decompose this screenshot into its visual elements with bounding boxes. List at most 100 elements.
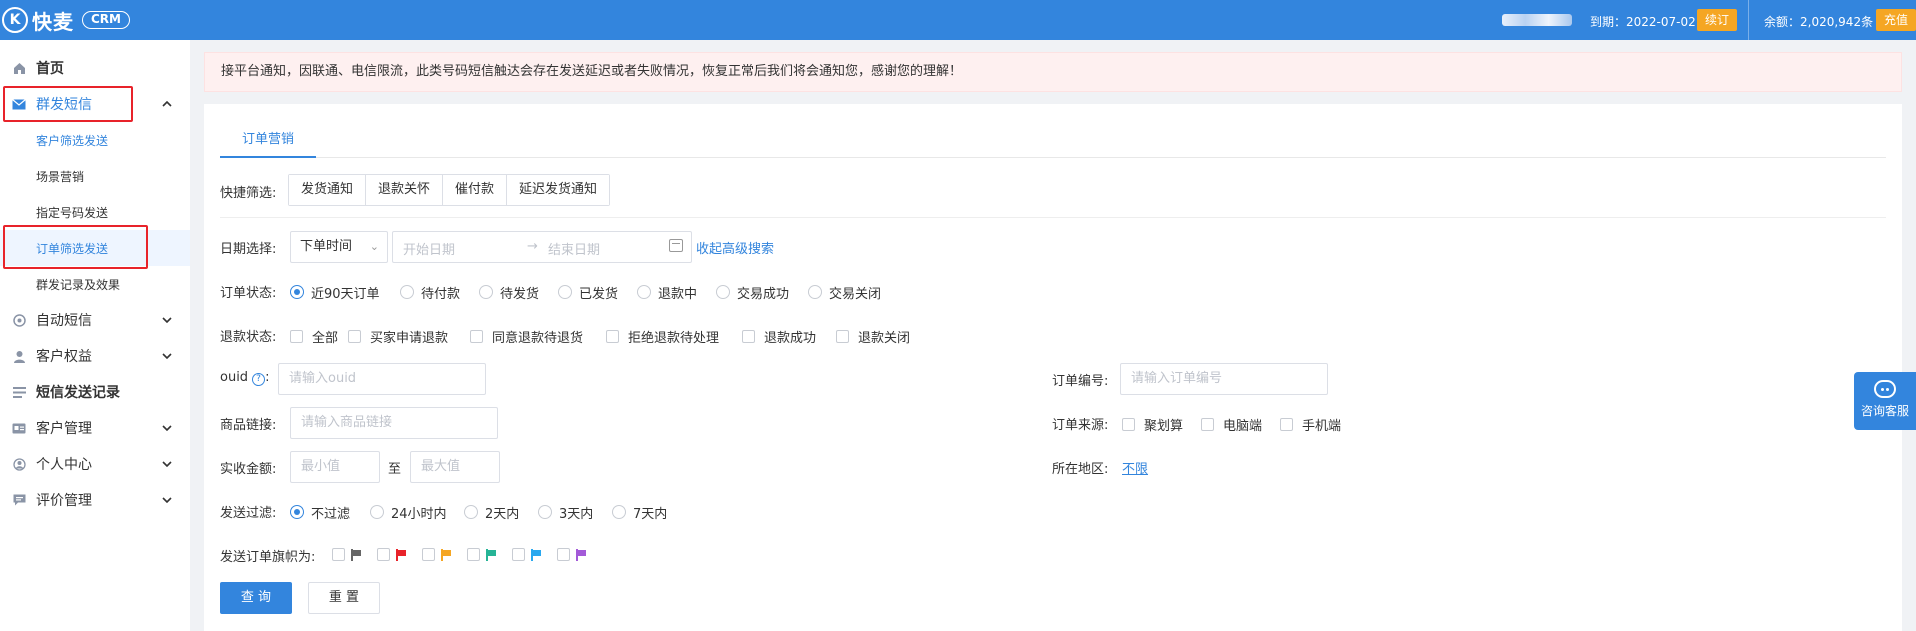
send-filter-option[interactable]: 3天内 (538, 504, 593, 522)
order-status-option[interactable]: 退款中 (637, 284, 697, 302)
tab-bar-line (220, 157, 1886, 158)
product-link-input[interactable]: 请输入商品链接 (290, 407, 498, 439)
flag-option[interactable] (512, 548, 541, 561)
sidebar-item-home[interactable]: 首页 (0, 50, 190, 86)
checkbox-icon (470, 329, 483, 343)
sidebar-item-auto-sms[interactable]: 自动短信 (0, 302, 190, 338)
checkbox-icon (377, 548, 390, 561)
quick-filter-shipping[interactable]: 发货通知 (289, 175, 367, 205)
flag-icon (396, 548, 406, 561)
send-filter-option[interactable]: 7天内 (612, 504, 667, 522)
product-link-label: 商品链接: (220, 418, 277, 433)
logo[interactable]: K 快麦 CRM (2, 7, 130, 34)
order-status-label: 订单状态: (220, 286, 277, 301)
ouid-label: ouid?: (220, 370, 270, 386)
flag-option[interactable] (377, 548, 406, 561)
refund-status-option[interactable]: 退款关闭 (836, 328, 910, 346)
flag-option[interactable] (332, 548, 361, 561)
sidebar-item-personal-center[interactable]: 个人中心 (0, 446, 190, 482)
sidebar-item-label: 客户权益 (36, 349, 92, 365)
flag-option[interactable] (467, 548, 496, 561)
radio-icon (808, 285, 822, 299)
calendar-icon (669, 239, 683, 252)
query-button[interactable]: 查 询 (220, 582, 292, 614)
home-icon (12, 61, 26, 75)
order-status-option[interactable]: 近90天订单 (290, 284, 380, 302)
radio-icon (612, 505, 626, 519)
ouid-input[interactable]: 请输入ouid (278, 363, 486, 395)
radio-icon (479, 285, 493, 299)
sidebar-subitem-label: 场景营销 (36, 169, 85, 184)
checkbox-icon (467, 548, 480, 561)
highlight-box (3, 86, 133, 122)
order-source-option[interactable]: 手机端 (1280, 416, 1341, 434)
flag-option[interactable] (422, 548, 451, 561)
user-name-blurred[interactable] (1502, 14, 1572, 26)
tab-order-marketing[interactable]: 订单营销 (220, 116, 316, 158)
chevron-down-icon (162, 315, 172, 325)
comment-icon (12, 493, 26, 507)
radio-icon (538, 505, 552, 519)
send-filter-option[interactable]: 不过滤 (290, 504, 350, 522)
recharge-button[interactable]: 充值 (1876, 9, 1916, 31)
refund-status-option[interactable]: 退款成功 (742, 328, 816, 346)
sidebar-item-label: 短信发送记录 (36, 385, 120, 401)
date-range-picker[interactable]: 开始日期 → 结束日期 (392, 231, 692, 263)
refund-status-option[interactable]: 拒绝退款待处理 (606, 328, 719, 346)
order-status-option[interactable]: 交易成功 (716, 284, 789, 302)
radio-icon (370, 505, 384, 519)
checkbox-icon (606, 329, 619, 343)
tab-active-indicator (220, 156, 316, 158)
sidebar-item-review-manage[interactable]: 评价管理 (0, 482, 190, 518)
order-status-option[interactable]: 已发货 (558, 284, 618, 302)
radio-icon (464, 505, 478, 519)
flags-group (332, 548, 602, 561)
user-icon (12, 349, 26, 363)
refund-status-option[interactable]: 全部 (290, 328, 338, 346)
sidebar-item-label: 个人中心 (36, 457, 92, 473)
quick-filter-refund-care[interactable]: 退款关怀 (366, 175, 444, 205)
send-filter-option[interactable]: 2天内 (464, 504, 519, 522)
order-no-label: 订单编号: (1052, 374, 1109, 389)
auto-icon (12, 313, 26, 327)
sidebar-subitem-label: 客户筛选发送 (36, 133, 109, 148)
reset-button[interactable]: 重 置 (308, 582, 380, 614)
main-panel: 订单营销 快捷筛选: 发货通知 退款关怀 催付款 延迟发货通知 日期选择: 下单… (204, 104, 1902, 631)
amount-max-input[interactable]: 最大值 (410, 451, 500, 483)
renew-button[interactable]: 续订 (1697, 9, 1738, 31)
sidebar-subitem-send-records[interactable]: 群发记录及效果 (0, 266, 190, 302)
date-type-select[interactable]: 下单时间 ⌄ (290, 231, 388, 263)
send-filter-option[interactable]: 24小时内 (370, 504, 447, 522)
sidebar-subitem-customer-filter[interactable]: 客户筛选发送 (0, 122, 190, 158)
quick-filter-payment-reminder[interactable]: 催付款 (443, 175, 508, 205)
region-select-link[interactable]: 不限 (1122, 458, 1148, 477)
sidebar-item-customer-rights[interactable]: 客户权益 (0, 338, 190, 374)
flag-option[interactable] (557, 548, 586, 561)
flags-label: 发送订单旗帜为: (220, 550, 316, 565)
radio-checked-icon (290, 505, 304, 519)
logo-text: 快麦 (32, 9, 74, 34)
collapse-advanced-search-link[interactable]: 收起高级搜索 (696, 238, 774, 257)
checkbox-icon (557, 548, 570, 561)
refund-status-option[interactable]: 买家申请退款 (348, 328, 448, 346)
amount-min-input[interactable]: 最小值 (290, 451, 380, 483)
sidebar-item-customer-manage[interactable]: 客户管理 (0, 410, 190, 446)
customer-service-button[interactable]: 咨询客服 (1854, 372, 1916, 430)
help-icon[interactable]: ? (252, 373, 266, 386)
section-divider (220, 217, 1886, 218)
sidebar-subitem-scene-marketing[interactable]: 场景营销 (0, 158, 190, 194)
sidebar-subitem-label: 群发记录及效果 (36, 277, 121, 292)
order-status-option[interactable]: 交易关闭 (808, 284, 881, 302)
refund-status-option[interactable]: 同意退款待退货 (470, 328, 583, 346)
order-source-option[interactable]: 聚划算 (1122, 416, 1183, 434)
sidebar-item-sms-records[interactable]: 短信发送记录 (0, 374, 190, 410)
order-status-option[interactable]: 待发货 (479, 284, 539, 302)
order-source-option[interactable]: 电脑端 (1201, 416, 1262, 434)
order-no-input[interactable]: 请输入订单编号 (1120, 363, 1328, 395)
checkbox-icon (1122, 417, 1135, 431)
checkbox-icon (332, 548, 345, 561)
order-status-option[interactable]: 待付款 (400, 284, 460, 302)
quick-filter-delay-shipping[interactable]: 延迟发货通知 (507, 175, 610, 205)
logo-mark-icon: K (2, 7, 28, 33)
highlight-box (3, 225, 148, 269)
